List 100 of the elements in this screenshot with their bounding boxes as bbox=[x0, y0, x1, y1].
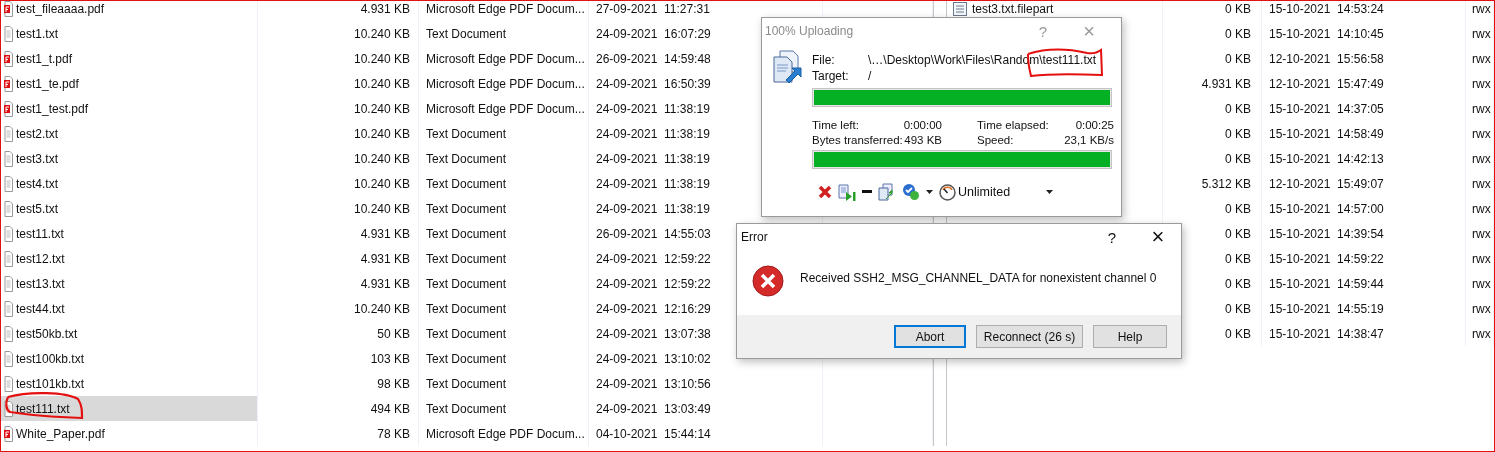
file-name[interactable]: test1_te.pdf bbox=[16, 76, 79, 91]
error-icon bbox=[752, 265, 784, 297]
file-name[interactable]: test3.txt bbox=[16, 151, 59, 166]
modified-date: 24-09-2021 13:10:02 bbox=[596, 351, 711, 366]
file-permissions: rwx bbox=[1472, 326, 1491, 341]
file-permissions: rwx bbox=[1472, 76, 1491, 91]
modified-date: 26-09-2021 14:59:48 bbox=[596, 51, 711, 66]
file-size: 0 KB bbox=[1225, 201, 1251, 216]
selected-file-row[interactable]: test111.txt bbox=[1, 396, 258, 421]
check-dot-icon[interactable] bbox=[902, 183, 920, 201]
file-name[interactable]: White_Paper.pdf bbox=[16, 426, 105, 441]
speedometer-icon[interactable] bbox=[939, 183, 956, 201]
minimize-icon[interactable] bbox=[862, 190, 872, 194]
text-file-icon bbox=[4, 225, 13, 242]
modified-date: 24-09-2021 11:38:19 bbox=[596, 101, 710, 116]
file-permissions: rwx bbox=[1472, 176, 1491, 191]
file-name[interactable]: test1.txt bbox=[16, 26, 59, 41]
text-file-icon bbox=[4, 175, 13, 192]
file-size: 494 KB bbox=[370, 401, 410, 416]
text-file-icon bbox=[4, 325, 13, 342]
file-name[interactable]: test2.txt bbox=[16, 126, 59, 141]
file-name[interactable]: test1_t.pdf bbox=[16, 51, 73, 66]
file-name[interactable]: test4.txt bbox=[16, 176, 59, 191]
close-button[interactable]: × bbox=[1135, 224, 1181, 250]
text-file-icon bbox=[4, 200, 13, 217]
file-size: 10.240 KB bbox=[353, 151, 410, 166]
file-size: 5.312 KB bbox=[1201, 176, 1251, 191]
file-permissions: rwx bbox=[1472, 26, 1491, 41]
modified-date: 15-10-2021 14:59:22 bbox=[1269, 251, 1384, 266]
file-size: 0 KB bbox=[1225, 1, 1251, 16]
file-size: 0 KB bbox=[1225, 276, 1251, 291]
modified-date: 15-10-2021 14:42:13 bbox=[1269, 151, 1384, 166]
file-size: 4.931 KB bbox=[1201, 76, 1251, 91]
text-file-icon bbox=[4, 125, 13, 142]
file-name[interactable]: test100kb.txt bbox=[16, 351, 85, 366]
modified-date: 15-10-2021 14:58:49 bbox=[1269, 126, 1384, 141]
file-permissions: rwx bbox=[1472, 251, 1491, 266]
modified-date: 24-09-2021 11:38:19 bbox=[596, 176, 710, 191]
modified-date: 24-09-2021 13:03:49 bbox=[596, 401, 711, 416]
file-size: 78 KB bbox=[377, 426, 410, 441]
file-name[interactable]: test11.txt bbox=[16, 226, 64, 241]
file-type: Microsoft Edge PDF Docum... bbox=[426, 101, 585, 116]
file-size: 4.931 KB bbox=[360, 226, 410, 241]
modified-date: 12-10-2021 15:56:58 bbox=[1269, 51, 1384, 66]
documents-arrow-icon[interactable] bbox=[878, 183, 896, 201]
text-file-icon bbox=[4, 250, 13, 267]
file-type: Microsoft Edge PDF Docum... bbox=[426, 426, 585, 441]
dialog-button[interactable]: Help bbox=[1093, 325, 1167, 348]
file-name[interactable]: test3.txt.filepart bbox=[972, 1, 1054, 16]
modified-date: 04-10-2021 15:44:14 bbox=[596, 426, 711, 441]
document-play-icon[interactable] bbox=[838, 183, 856, 201]
file-name[interactable]: test12.txt bbox=[16, 251, 65, 266]
modified-date: 12-10-2021 15:49:07 bbox=[1269, 176, 1384, 191]
modified-date: 15-10-2021 14:37:05 bbox=[1269, 101, 1384, 116]
stat-value: 23,1 KB/s bbox=[1064, 134, 1114, 146]
help-button[interactable]: ? bbox=[1089, 228, 1135, 246]
file-size: 103 KB bbox=[370, 351, 410, 366]
file-size: 0 KB bbox=[1225, 226, 1251, 241]
file-permissions: rwx bbox=[1472, 1, 1491, 16]
dialog-title: 100% Uploading bbox=[765, 24, 854, 38]
file-size: 0 KB bbox=[1225, 101, 1251, 116]
caret-icon[interactable] bbox=[1046, 190, 1054, 194]
file-type: Text Document bbox=[426, 26, 507, 41]
file-name[interactable]: test_fileaaaa.pdf bbox=[16, 1, 105, 16]
file-type: Text Document bbox=[426, 326, 507, 341]
speed-limit[interactable]: Unlimited bbox=[958, 185, 1011, 199]
file-size: 10.240 KB bbox=[353, 26, 410, 41]
file-type: Text Document bbox=[426, 376, 507, 391]
file-name[interactable]: test50kb.txt bbox=[16, 326, 78, 341]
file-size: 10.240 KB bbox=[353, 301, 410, 316]
target-label: Target: bbox=[812, 69, 850, 83]
file-type: Text Document bbox=[426, 351, 507, 366]
file-name[interactable]: test5.txt bbox=[16, 201, 59, 216]
file-type: Microsoft Edge PDF Docum... bbox=[426, 76, 585, 91]
file-name[interactable]: test101kb.txt bbox=[16, 376, 85, 391]
cancel-icon[interactable] bbox=[818, 185, 832, 199]
documents-arrow-icon bbox=[771, 50, 803, 84]
pdf-file-icon bbox=[4, 50, 13, 67]
modified-date: 27-09-2021 11:27:31 bbox=[596, 1, 710, 16]
modified-date: 24-09-2021 16:07:29 bbox=[596, 26, 711, 41]
text-file-icon bbox=[4, 400, 13, 417]
text-file-icon bbox=[4, 25, 13, 42]
stat-value: 0:00:25 bbox=[1075, 119, 1114, 131]
file-size: 0 KB bbox=[1225, 126, 1251, 141]
file-name[interactable]: test44.txt bbox=[16, 301, 65, 316]
modified-date: 24-09-2021 11:38:19 bbox=[596, 151, 710, 166]
caret-icon[interactable] bbox=[926, 190, 933, 194]
dialog-button[interactable]: Reconnect (26 s) bbox=[976, 325, 1083, 348]
dialog-button[interactable]: Abort bbox=[894, 325, 966, 348]
file-type: Text Document bbox=[426, 176, 507, 191]
stat-value: 493 KB bbox=[904, 134, 942, 146]
modified-date: 24-09-2021 12:16:29 bbox=[596, 301, 711, 316]
modified-date: 24-09-2021 16:50:39 bbox=[596, 76, 711, 91]
file-size: 0 KB bbox=[1225, 51, 1251, 66]
file-name[interactable]: test1_test.pdf bbox=[16, 101, 89, 116]
file-permissions: rwx bbox=[1472, 101, 1491, 116]
text-file-icon bbox=[4, 275, 13, 292]
stat-value: 0:00:00 bbox=[903, 119, 942, 131]
error-message: Received SSH2_MSG_CHANNEL_DATA for nonexistent channel 0 bbox=[800, 271, 1157, 285]
file-name[interactable]: test13.txt bbox=[16, 276, 65, 291]
